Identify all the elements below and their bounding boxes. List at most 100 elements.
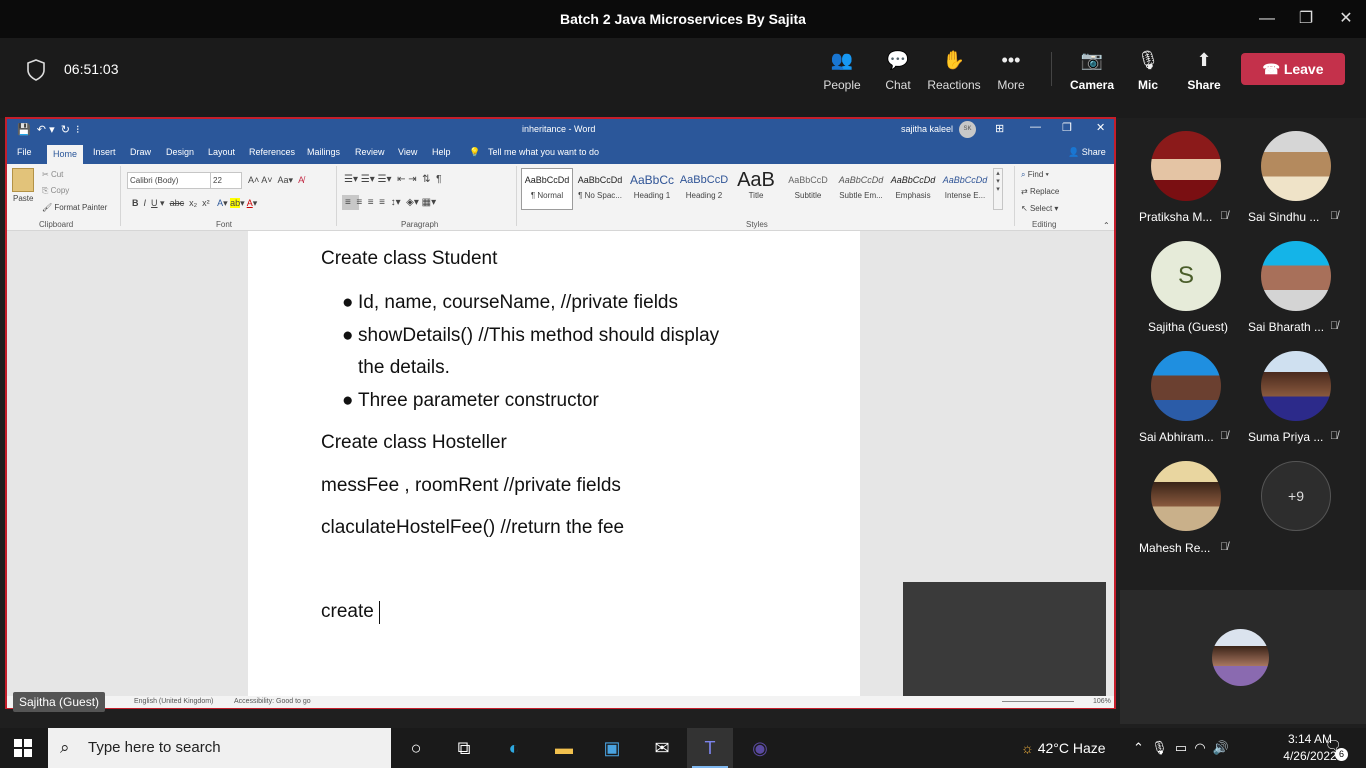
maximize-icon[interactable]: ❐ [1293, 8, 1319, 30]
replace-button[interactable]: ⇄ Replace [1021, 187, 1059, 196]
participant-video-sai-sindhu[interactable] [1261, 131, 1331, 201]
style-heading-1[interactable]: AaBbCc Heading 1 [626, 169, 678, 209]
participant-name: Sai Bharath ... [1248, 320, 1325, 334]
mic-off-icon: 🎙̸ [1330, 320, 1339, 332]
mic-label: Mic [1137, 78, 1158, 92]
zoom-slider[interactable] [1002, 701, 1074, 702]
tab-insert[interactable]: Insert [93, 147, 116, 157]
participant-video-sai-bharath[interactable] [1261, 241, 1331, 311]
quick-access-icons[interactable]: 💾 ↶ ▾ ↻ ⁝ [17, 123, 80, 136]
format-painter-button[interactable]: 🖌 Format Painter [42, 203, 107, 212]
style-intense-emphasis[interactable]: AaBbCcDd Intense E... [939, 169, 991, 209]
word-maximize-icon[interactable]: ❐ [1062, 121, 1072, 134]
word-share-button[interactable]: 👤 Share [1068, 147, 1106, 158]
people-button[interactable]: 👥 People [812, 48, 872, 92]
collapse-ribbon-icon[interactable]: ⌃ [1103, 221, 1110, 230]
leave-button[interactable]: ☎ Leave [1241, 53, 1345, 85]
tab-layout[interactable]: Layout [208, 147, 235, 157]
tab-references[interactable]: References [249, 147, 295, 157]
find-button[interactable]: ⌕ Find ▾ [1021, 170, 1049, 180]
font-grow-icons[interactable]: A˄ A˅ Aa▾ A̸ [248, 175, 304, 186]
style-sample: AaBbCcD [788, 175, 828, 185]
word-user-name: sajitha kaleel [901, 124, 954, 134]
share-button[interactable]: ⬆ Share [1174, 48, 1234, 92]
mic-button[interactable]: 🎙 Mic [1118, 48, 1178, 92]
participant-video-sai-abhiram[interactable] [1151, 351, 1221, 421]
accessibility-status[interactable]: Accessibility: Good to go [234, 698, 311, 705]
style-sample: AaBbCcDd [577, 175, 623, 185]
format-painter-label: Format Painter [54, 203, 108, 212]
tab-review[interactable]: Review [355, 147, 385, 157]
tab-view[interactable]: View [398, 147, 417, 157]
style-no-spacing[interactable]: AaBbCcDd ¶ No Spac... [574, 169, 626, 209]
system-tray-icons[interactable]: ⌃ 🎙 ▭ ◠ 🔊 [1133, 740, 1229, 756]
participant-video-mahesh[interactable] [1151, 461, 1221, 531]
mic-off-icon: 🎙̸ [1220, 541, 1229, 553]
more-participants-button[interactable]: +9 [1261, 461, 1331, 531]
tab-design[interactable]: Design [166, 147, 194, 157]
tab-mailings[interactable]: Mailings [307, 147, 340, 157]
style-title[interactable]: AaB Title [730, 169, 782, 209]
style-subtitle[interactable]: AaBbCcD Subtitle [782, 169, 834, 209]
alignment-icons[interactable]: ≡ ≡ ≡ ≡ ↕▾ ◈▾ ▦▾ [345, 197, 436, 208]
self-video-preview [903, 582, 1106, 697]
styles-scroll[interactable]: ▴ ▾ ▾ [993, 168, 1003, 210]
style-subtle-emphasis[interactable]: AaBbCcDd Subtle Em... [835, 169, 887, 209]
word-minimize-icon[interactable]: — [1030, 121, 1041, 133]
weather-widget[interactable]: ☼ 42°C Haze [1021, 740, 1106, 756]
teams-icon[interactable]: T [696, 734, 724, 762]
list-icons[interactable]: ☰▾ ☰▾ ☰▾ ⇤ ⇥ ⇅ ¶ [344, 174, 441, 185]
font-size-select[interactable]: 22 [210, 172, 242, 189]
participant-video-suma-priya[interactable] [1261, 351, 1331, 421]
tab-home[interactable]: Home [47, 145, 83, 164]
more-icon: ••• [1001, 50, 1021, 70]
tell-me-search[interactable]: Tell me what you want to do [488, 147, 599, 157]
language-status[interactable]: English (United Kingdom) [134, 698, 213, 705]
avatar[interactable]: S [1151, 241, 1221, 311]
task-view-icon[interactable]: ⧉ [450, 734, 478, 762]
eclipse-icon[interactable]: ◉ [746, 734, 774, 762]
ribbon-display-icon[interactable]: ⊞ [995, 122, 1004, 135]
select-button[interactable]: ↖ Select ▾ [1021, 204, 1058, 213]
paste-label[interactable]: Paste [13, 194, 33, 203]
styles-group-label: Styles [746, 220, 768, 229]
document-page[interactable]: Create class Student ● Id, name, courseN… [248, 231, 860, 696]
avatar: SK [959, 121, 976, 138]
file-explorer-icon[interactable]: ▬ [550, 734, 578, 762]
tab-draw[interactable]: Draw [130, 147, 151, 157]
chat-button[interactable]: 💬 Chat [868, 48, 928, 92]
font-format-icons[interactable]: B I U ▾ abc x₂ x² A▾ ab▾ A▾ [132, 198, 257, 209]
camera-button[interactable]: 📷 Camera [1062, 48, 1122, 92]
editing-group-label: Editing [1032, 220, 1057, 229]
tab-help[interactable]: Help [432, 147, 451, 157]
group-divider [120, 166, 121, 226]
style-heading-2[interactable]: AaBbCcD Heading 2 [678, 169, 730, 209]
close-icon[interactable]: ✕ [1333, 8, 1359, 30]
group-divider [1014, 166, 1015, 226]
style-name: Emphasis [895, 191, 931, 200]
store-icon[interactable]: ▣ [598, 734, 626, 762]
edge-icon[interactable]: ◐ [500, 734, 528, 762]
word-close-icon[interactable]: ✕ [1096, 121, 1105, 134]
minimize-icon[interactable]: — [1254, 8, 1280, 30]
scissors-icon: ✂ [42, 170, 51, 179]
taskbar-search-box[interactable]: Type here to search [48, 728, 391, 768]
lightbulb-icon: 💡 [469, 147, 481, 157]
tab-file[interactable]: File [17, 147, 32, 157]
cut-button[interactable]: ✂ Cut [42, 170, 63, 179]
mail-icon[interactable]: ✉ [648, 734, 676, 762]
more-button[interactable]: ••• More [981, 48, 1041, 92]
cortana-icon[interactable]: ○ [402, 734, 430, 762]
paste-icon[interactable] [12, 168, 34, 192]
font-group-label: Font [216, 220, 233, 229]
reactions-button[interactable]: ✋ Reactions [924, 48, 984, 92]
windows-start-icon[interactable] [14, 739, 32, 757]
participant-video-pratiksha[interactable] [1151, 131, 1221, 201]
doc-bullet-showdetails: showDetails() //This method should displ… [358, 325, 720, 346]
style-emphasis[interactable]: AaBbCcDd Emphasis [887, 169, 939, 209]
style-normal[interactable]: AaBbCcDd ¶ Normal [521, 169, 573, 209]
zoom-level[interactable]: 106% [1093, 698, 1111, 705]
share-icon: ⬆ [1196, 50, 1212, 70]
font-name-select[interactable]: Calibri (Body) [127, 172, 211, 189]
copy-button[interactable]: ⎘ Copy [42, 186, 69, 196]
